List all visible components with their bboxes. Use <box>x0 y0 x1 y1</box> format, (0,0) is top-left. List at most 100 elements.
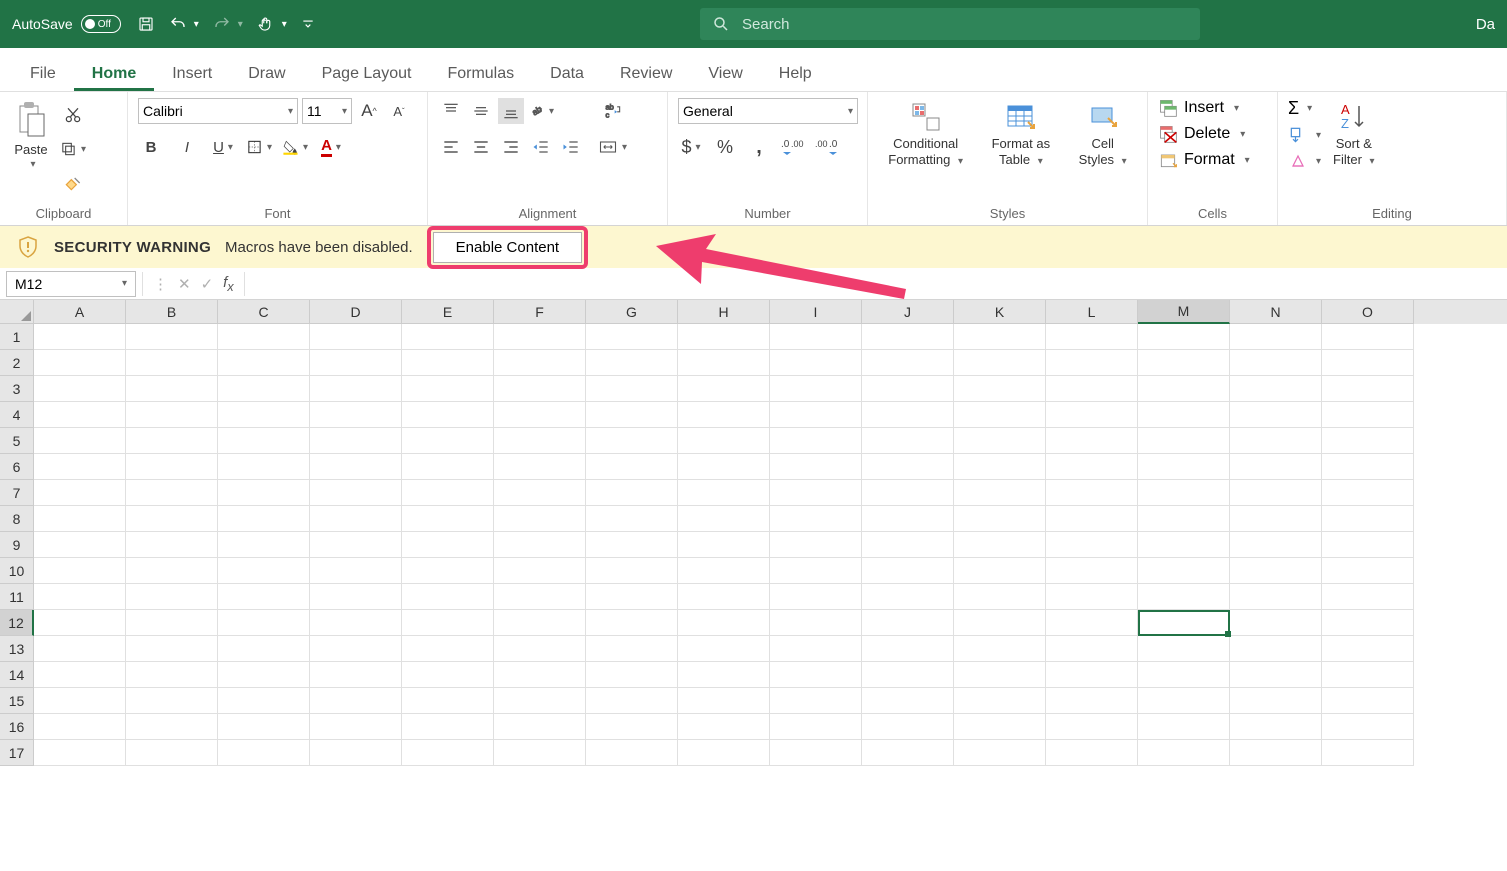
cell[interactable] <box>770 402 862 428</box>
cell[interactable] <box>954 662 1046 688</box>
row-header[interactable]: 11 <box>0 584 34 610</box>
bold-button[interactable]: B <box>138 134 164 160</box>
cell[interactable] <box>770 688 862 714</box>
cell[interactable] <box>1138 428 1230 454</box>
cell[interactable] <box>770 480 862 506</box>
cell[interactable] <box>494 662 586 688</box>
cell[interactable] <box>954 350 1046 376</box>
cell[interactable] <box>954 454 1046 480</box>
cell[interactable] <box>126 740 218 766</box>
row-header[interactable]: 7 <box>0 480 34 506</box>
format-as-table-button[interactable]: Format asTable ▾ <box>988 98 1055 170</box>
search-box[interactable] <box>700 8 1200 40</box>
cell[interactable] <box>954 532 1046 558</box>
cell[interactable] <box>678 428 770 454</box>
cell[interactable] <box>1138 376 1230 402</box>
align-top-button[interactable] <box>438 98 464 124</box>
increase-decimal-button[interactable]: .0.00 <box>780 134 806 160</box>
col-header[interactable]: M <box>1138 300 1230 324</box>
touch-mode-button[interactable]: ▾ <box>257 15 287 33</box>
cell[interactable] <box>218 636 310 662</box>
cell[interactable] <box>678 740 770 766</box>
cell[interactable] <box>1230 662 1322 688</box>
row-header[interactable]: 3 <box>0 376 34 402</box>
merge-center-button[interactable]: ▾ <box>598 134 627 160</box>
cell[interactable] <box>494 428 586 454</box>
cell[interactable] <box>1230 480 1322 506</box>
cell[interactable] <box>494 506 586 532</box>
cell[interactable] <box>494 454 586 480</box>
cell[interactable] <box>34 584 126 610</box>
cell[interactable] <box>954 480 1046 506</box>
cell[interactable] <box>1046 350 1138 376</box>
cell[interactable] <box>1230 610 1322 636</box>
cell[interactable] <box>1138 506 1230 532</box>
cell[interactable] <box>862 428 954 454</box>
cell[interactable] <box>862 714 954 740</box>
cell[interactable] <box>770 428 862 454</box>
cell[interactable] <box>402 532 494 558</box>
row-header[interactable]: 16 <box>0 714 34 740</box>
row-header[interactable]: 9 <box>0 532 34 558</box>
row-header[interactable]: 8 <box>0 506 34 532</box>
cell[interactable] <box>34 714 126 740</box>
cell[interactable] <box>1322 324 1414 350</box>
cell[interactable] <box>770 662 862 688</box>
search-input[interactable] <box>742 16 1188 33</box>
cell[interactable] <box>586 376 678 402</box>
col-header[interactable]: K <box>954 300 1046 324</box>
cell[interactable] <box>310 506 402 532</box>
cell[interactable] <box>770 454 862 480</box>
cell[interactable] <box>770 350 862 376</box>
cell[interactable] <box>862 584 954 610</box>
cell[interactable] <box>126 350 218 376</box>
cell[interactable] <box>1322 480 1414 506</box>
tab-page-layout[interactable]: Page Layout <box>304 55 430 91</box>
cell[interactable] <box>586 480 678 506</box>
cell[interactable] <box>34 454 126 480</box>
cell[interactable] <box>34 558 126 584</box>
cell[interactable] <box>494 324 586 350</box>
cell[interactable] <box>34 350 126 376</box>
cell[interactable] <box>1138 584 1230 610</box>
cell[interactable] <box>494 480 586 506</box>
cell[interactable] <box>1046 688 1138 714</box>
cell[interactable] <box>126 454 218 480</box>
tab-formulas[interactable]: Formulas <box>429 55 532 91</box>
cell[interactable] <box>218 506 310 532</box>
toggle-switch[interactable]: Off <box>81 15 121 33</box>
cell[interactable] <box>310 558 402 584</box>
cell[interactable] <box>954 584 1046 610</box>
tab-insert[interactable]: Insert <box>154 55 230 91</box>
paste-button[interactable]: Paste ▾ <box>10 98 52 172</box>
cell[interactable] <box>954 714 1046 740</box>
cell[interactable] <box>678 506 770 532</box>
select-all-corner[interactable] <box>0 300 34 324</box>
cell[interactable] <box>586 324 678 350</box>
col-header[interactable]: C <box>218 300 310 324</box>
cell[interactable] <box>862 688 954 714</box>
conditional-formatting-button[interactable]: ConditionalFormatting ▾ <box>884 98 967 170</box>
cell[interactable] <box>126 584 218 610</box>
cell[interactable] <box>1322 714 1414 740</box>
cell[interactable] <box>310 402 402 428</box>
cell[interactable] <box>126 402 218 428</box>
cell[interactable] <box>402 376 494 402</box>
cell[interactable] <box>494 532 586 558</box>
row-header[interactable]: 15 <box>0 688 34 714</box>
col-header[interactable]: D <box>310 300 402 324</box>
orientation-button[interactable]: ab▾ <box>528 98 554 124</box>
cell[interactable] <box>402 584 494 610</box>
spreadsheet-grid[interactable]: ABCDEFGHIJKLMNO1234567891011121314151617 <box>0 300 1507 766</box>
cell[interactable] <box>402 506 494 532</box>
row-header[interactable]: 2 <box>0 350 34 376</box>
cell[interactable] <box>126 688 218 714</box>
cell[interactable] <box>494 688 586 714</box>
cell[interactable] <box>586 688 678 714</box>
cell[interactable] <box>1322 688 1414 714</box>
cell[interactable] <box>218 610 310 636</box>
clear-button[interactable]: ▾ <box>1288 151 1321 171</box>
cell[interactable] <box>1322 376 1414 402</box>
cell[interactable] <box>954 506 1046 532</box>
row-header[interactable]: 17 <box>0 740 34 766</box>
